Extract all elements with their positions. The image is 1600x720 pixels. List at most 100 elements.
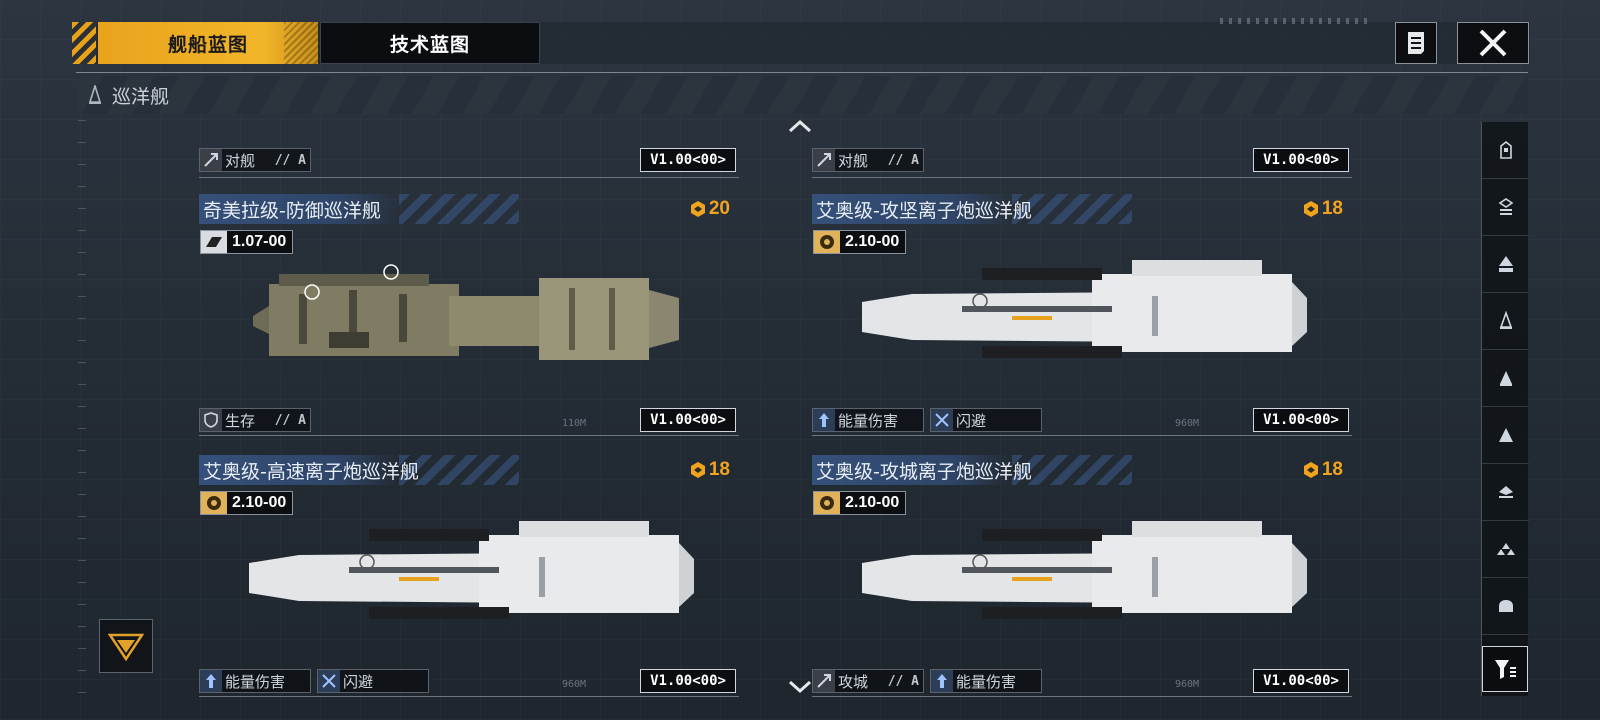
filter-class-2[interactable] [1482,179,1529,236]
faction-emblem-button[interactable] [99,619,153,673]
card-baseline [812,177,1352,178]
class-filter-2-icon [1498,198,1513,215]
category-label: 巡洋舰 [112,85,170,108]
version-box: V1.00<00> [1253,408,1349,432]
tab-ship-blueprints[interactable]: 舰船蓝图 [98,22,318,64]
filter-class-7[interactable] [1482,464,1529,521]
role-tag: 闪避 [930,408,1042,432]
close-button[interactable] [1457,22,1529,64]
tag-label: 闪避 [343,672,374,691]
tag-grade: // A [887,152,919,168]
filter-class-9[interactable] [1482,578,1529,635]
notes-button[interactable] [1395,22,1437,64]
role-tag: 攻城 // A [812,669,924,693]
badge-value: 1.07-00 [232,233,287,250]
energy-damage-icon [200,670,222,692]
class-filter-7-icon [1498,486,1513,498]
cost-icon [690,462,705,478]
anti-ship-icon [813,149,835,171]
ship-name-bar: 奇美拉级-防御巡洋舰 [199,194,519,224]
filter-class-8[interactable] [1482,521,1529,578]
badge-value: 2.10-00 [845,233,900,250]
scale-label: 960M [561,678,587,690]
card-baseline [199,696,739,697]
blueprint-badge: 1.07-00 [200,230,294,254]
scroll-down-icon[interactable] [788,679,812,695]
energy-damage-icon [931,670,953,692]
role-tag: 对舰 // A [812,148,924,172]
tag-label: 闪避 [956,411,987,430]
tag-label: 攻城 [838,672,869,691]
badge-value: 2.10-00 [845,494,900,511]
role-tag: 生存 // A [199,408,311,432]
scale-ruler: 960M [1072,677,1272,691]
energy-damage-icon [813,409,835,431]
cost-icon [1303,201,1318,217]
ship-card[interactable]: 艾奥级-攻城离子炮巡洋舰 18 2.10-00 960M 攻城 // A 能量伤… [812,455,1357,703]
version-box: V1.00<00> [1253,148,1349,172]
ship-card[interactable]: 艾奥级-高速离子炮巡洋舰 18 2.10-00 960M 能量伤害 闪避 V1.… [199,455,744,703]
filter-class-cruiser[interactable] [1482,293,1529,350]
blueprint-badge: 2.10-00 [200,491,294,515]
ship-card[interactable]: 奇美拉级-防御巡洋舰 20 1.07-00 110M 生存 // A V1.00… [199,194,744,442]
cost-value: 18 [708,459,730,480]
filter-class-6[interactable] [1482,407,1529,464]
ship-model-image [862,260,1307,358]
scale-label: 960M [1174,417,1200,429]
filter-class-3[interactable] [1482,236,1529,293]
tag-grade: // A [887,673,919,689]
version-box: V1.00<00> [640,148,736,172]
ship-name: 奇美拉级-防御巡洋舰 [203,199,381,222]
tag-label: 能量伤害 [838,411,899,430]
header-divider [76,72,1528,73]
notes-icon [1408,32,1424,54]
class-filter-5-icon [1499,371,1512,386]
role-tag: 对舰 // A [199,148,311,172]
tag-grade: // A [274,152,306,168]
tier-icon [201,231,227,253]
scroll-up-icon[interactable] [788,118,812,134]
tab-label: 技术蓝图 [389,33,470,56]
role-tag: 能量伤害 [812,408,924,432]
filter-class-5[interactable] [1482,350,1529,407]
cost-icon [690,201,705,217]
role-tag: 能量伤害 [199,669,311,693]
ship-card-partial[interactable]: 对舰 // A V1.00<00> [812,148,1357,178]
top-tab-bar: 舰船蓝图 技术蓝图 [72,22,1530,64]
ship-cost: 20 [689,198,730,220]
class-filter-1-icon [1499,140,1512,159]
class-filter-9-icon [1498,600,1513,612]
filter-class-1[interactable] [1482,122,1529,179]
anti-ship-icon [200,149,222,171]
tab-tech-blueprints[interactable]: 技术蓝图 [320,22,540,64]
ship-card[interactable]: 艾奥级-攻坚离子炮巡洋舰 18 2.10-00 960M 能量伤害 闪避 V1.… [812,194,1357,442]
ship-name: 艾奥级-高速离子炮巡洋舰 [203,460,419,483]
siege-icon [813,670,835,692]
left-ruler-decoration [78,120,86,700]
filter-button[interactable] [1482,646,1528,692]
tier-icon [814,231,840,253]
ship-name: 艾奥级-攻坚离子炮巡洋舰 [816,199,1032,222]
ship-name-bar: 艾奥级-攻城离子炮巡洋舰 [812,455,1132,485]
role-tag: 能量伤害 [930,669,1042,693]
accent-stripe [72,22,96,64]
scale-label: 110M [561,417,587,429]
ship-model-image [253,264,679,360]
tier-icon [814,492,840,514]
tag-label: 对舰 [838,151,869,170]
card-baseline [812,696,1352,697]
ship-name-bar: 艾奥级-高速离子炮巡洋舰 [199,455,519,485]
ship-card-partial[interactable]: 对舰 // A V1.00<00> [199,148,744,178]
card-baseline [199,177,739,178]
ship-class-filter-sidebar [1481,122,1529,696]
tag-grade: // A [274,412,306,428]
faction-emblem-icon [108,633,144,661]
card-baseline [199,435,739,436]
version-box: V1.00<00> [1253,669,1349,693]
tag-label: 能量伤害 [225,672,286,691]
ship-cost: 18 [689,459,730,481]
close-icon [1479,29,1507,57]
cruiser-filter-icon [1499,311,1512,329]
cost-value: 18 [1321,198,1343,219]
version-box: V1.00<00> [640,408,736,432]
